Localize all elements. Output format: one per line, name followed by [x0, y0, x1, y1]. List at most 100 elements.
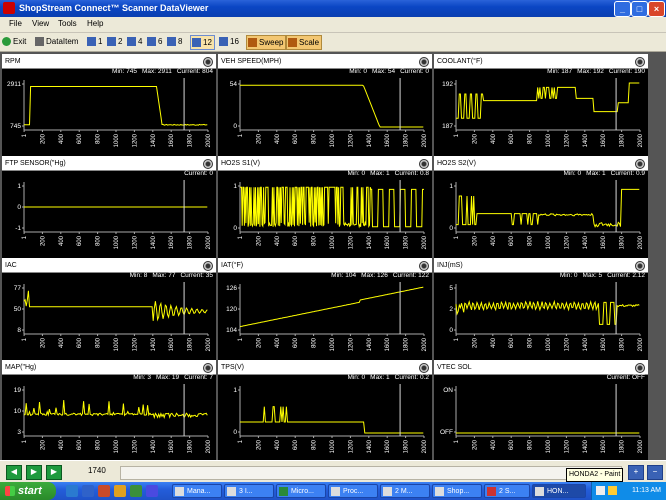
panel-iac[interactable]: IAC Min: 8 Max: 77 Current: 35 77 50 8 1 200 40… — [2, 258, 216, 361]
data-series-line — [455, 299, 640, 325]
x-tick-label: 1200 — [132, 337, 138, 351]
panel-options-icon[interactable] — [635, 261, 645, 271]
y-tick-label: 120 — [226, 306, 237, 313]
play-button[interactable]: ▶ — [26, 465, 42, 480]
sweep-button[interactable]: Sweep — [246, 35, 287, 50]
x-tick-label: 400 — [59, 133, 65, 144]
panel-ho2s-s1[interactable]: HO2S S1(V) Min: 0 Max: 1 Current: 0.8 1012… — [218, 156, 432, 259]
x-tick-label: 1400 — [367, 337, 373, 351]
panel-options-icon[interactable] — [203, 261, 213, 271]
x-tick-label: 400 — [491, 439, 497, 450]
panel-coolant[interactable]: COOLANT(°F) Min: 187 Max: 192 Current: 190… — [434, 54, 648, 157]
exit-button[interactable]: Exit — [1, 35, 28, 48]
panel-name: TPS(V) — [221, 364, 244, 371]
zoom-out-button[interactable]: − — [647, 465, 663, 480]
task-button[interactable]: 3 I... — [224, 484, 274, 498]
panel-inj[interactable]: INJ(mS) Min: 0 Max: 5 Current: 2.12 5 2 0 1 20… — [434, 258, 648, 361]
panel-options-icon[interactable] — [203, 363, 213, 373]
x-tick-label: 1600 — [601, 337, 607, 351]
layout-1-button[interactable]: 1 — [86, 35, 104, 48]
panel-vtec-sol[interactable]: VTEC SOL Current: OFF ON OFF 1 200 400 600 800… — [434, 360, 648, 463]
rewind-button[interactable]: ◀ — [6, 465, 22, 480]
task-icon — [383, 487, 392, 496]
panel-name: RPM — [5, 58, 21, 65]
x-tick-label: 1400 — [367, 439, 373, 453]
maximize-button[interactable]: □ — [631, 1, 648, 17]
start-button[interactable]: start — [0, 482, 56, 500]
tray-network-icon[interactable] — [596, 486, 605, 495]
x-tick-label: 1600 — [601, 133, 607, 147]
quicklaunch-ie-icon[interactable] — [82, 485, 94, 497]
x-tick-label: 200 — [256, 235, 262, 246]
scale-button[interactable]: Scale — [286, 35, 323, 50]
task-icon — [175, 487, 184, 496]
x-tick-label: 1600 — [169, 133, 175, 147]
close-button[interactable]: × — [648, 1, 665, 17]
y-tick-label: 104 — [226, 327, 237, 334]
panel-veh-speed[interactable]: VEH SPEED(MPH) Min: 0 Max: 54 Current: 0 5… — [218, 54, 432, 157]
task-button[interactable]: Micro... — [276, 484, 326, 498]
dataitem-button[interactable]: DataItem — [34, 35, 80, 48]
panel-rpm[interactable]: RPM Min: 745 Max: 2911 Current: 804 2911 74… — [2, 54, 216, 157]
panel-options-icon[interactable] — [419, 261, 429, 271]
quicklaunch-folder-icon[interactable] — [114, 485, 126, 497]
y-tick-label: 19 — [14, 387, 22, 394]
minimize-button[interactable]: _ — [614, 1, 631, 17]
x-tick-label: 1000 — [546, 133, 552, 147]
task-button[interactable]: HON... — [532, 484, 586, 498]
x-tick-label: 200 — [256, 439, 262, 450]
x-tick-label: 600 — [293, 235, 299, 246]
task-label: 2 S... — [499, 488, 516, 495]
panel-options-icon[interactable] — [419, 57, 429, 67]
zoom-in-button[interactable]: + — [628, 465, 644, 480]
y-tick-label: 0 — [449, 327, 453, 334]
layout-label: 2 — [118, 37, 123, 46]
task-button[interactable]: Shop... — [432, 484, 482, 498]
task-button[interactable]: Proc... — [328, 484, 378, 498]
layout-4-button[interactable]: 4 — [126, 35, 144, 48]
quicklaunch-app2-icon[interactable] — [146, 485, 158, 497]
x-tick-label: 400 — [59, 235, 65, 246]
tray-volume-icon[interactable] — [608, 486, 617, 495]
frame-scrollbar[interactable] — [120, 466, 622, 480]
panel-options-icon[interactable] — [203, 159, 213, 169]
x-tick-label: 1800 — [188, 235, 194, 249]
quicklaunch-app-icon[interactable] — [130, 485, 142, 497]
layout-6-button[interactable]: 6 — [146, 35, 164, 48]
y-tick-label: 0 — [17, 204, 21, 211]
quicklaunch-media-icon[interactable] — [98, 485, 110, 497]
panel-options-icon[interactable] — [203, 57, 213, 67]
panel-options-icon[interactable] — [635, 57, 645, 67]
x-tick-label: 600 — [77, 235, 83, 246]
panel-options-icon[interactable] — [635, 159, 645, 169]
panel-plot: 10-11 200 400 600 800 1000 1200 1400 1600 1800 200… — [15, 180, 212, 249]
task-button[interactable]: 2 S... — [484, 484, 530, 498]
panel-options-icon[interactable] — [635, 363, 645, 373]
layout-8-button[interactable]: 8 — [166, 35, 184, 48]
x-tick-label: 1 — [454, 235, 460, 239]
task-button[interactable]: Mana... — [172, 484, 222, 498]
panel-ftp-sensor[interactable]: FTP SENSOR("Hg) Current: 0 1 0 -1 1 200 400 60… — [2, 156, 216, 259]
panel-iat[interactable]: IAT(°F) Min: 104 Max: 126 Current: 122 126… — [218, 258, 432, 361]
quicklaunch-desktop-icon[interactable] — [66, 485, 78, 497]
panel-options-icon[interactable] — [419, 159, 429, 169]
task-button[interactable]: 2 M... — [380, 484, 430, 498]
sweep-icon — [248, 38, 257, 47]
forward-button[interactable]: ▶ — [46, 465, 62, 480]
layout-2-button[interactable]: 2 — [106, 35, 124, 48]
window-title: ShopStream Connect™ Scanner DataViewer — [19, 3, 209, 13]
menu-help[interactable]: Help — [87, 19, 103, 28]
x-tick-label: 1600 — [601, 235, 607, 249]
dataitem-icon — [35, 37, 44, 46]
menu-tools[interactable]: Tools — [58, 19, 77, 28]
layout-16-button[interactable]: 16 — [218, 35, 241, 48]
menu-view[interactable]: View — [32, 19, 49, 28]
x-tick-label: 1000 — [546, 337, 552, 351]
panel-tps[interactable]: TPS(V) Min: 0 Max: 1 Current: 0.2 1 0 1 200 40… — [218, 360, 432, 463]
menu-file[interactable]: File — [9, 19, 22, 28]
panel-options-icon[interactable] — [419, 363, 429, 373]
x-tick-label: 1400 — [151, 133, 157, 147]
panel-ho2s-s2[interactable]: HO2S S2(V) Min: 0 Max: 1 Current: 0.9 1012… — [434, 156, 648, 259]
panel-map[interactable]: MAP("Hg) Min: 3 Max: 19 Current: 7 19 10 3 1 2… — [2, 360, 216, 463]
layout-12-button[interactable]: 12 — [190, 35, 215, 50]
